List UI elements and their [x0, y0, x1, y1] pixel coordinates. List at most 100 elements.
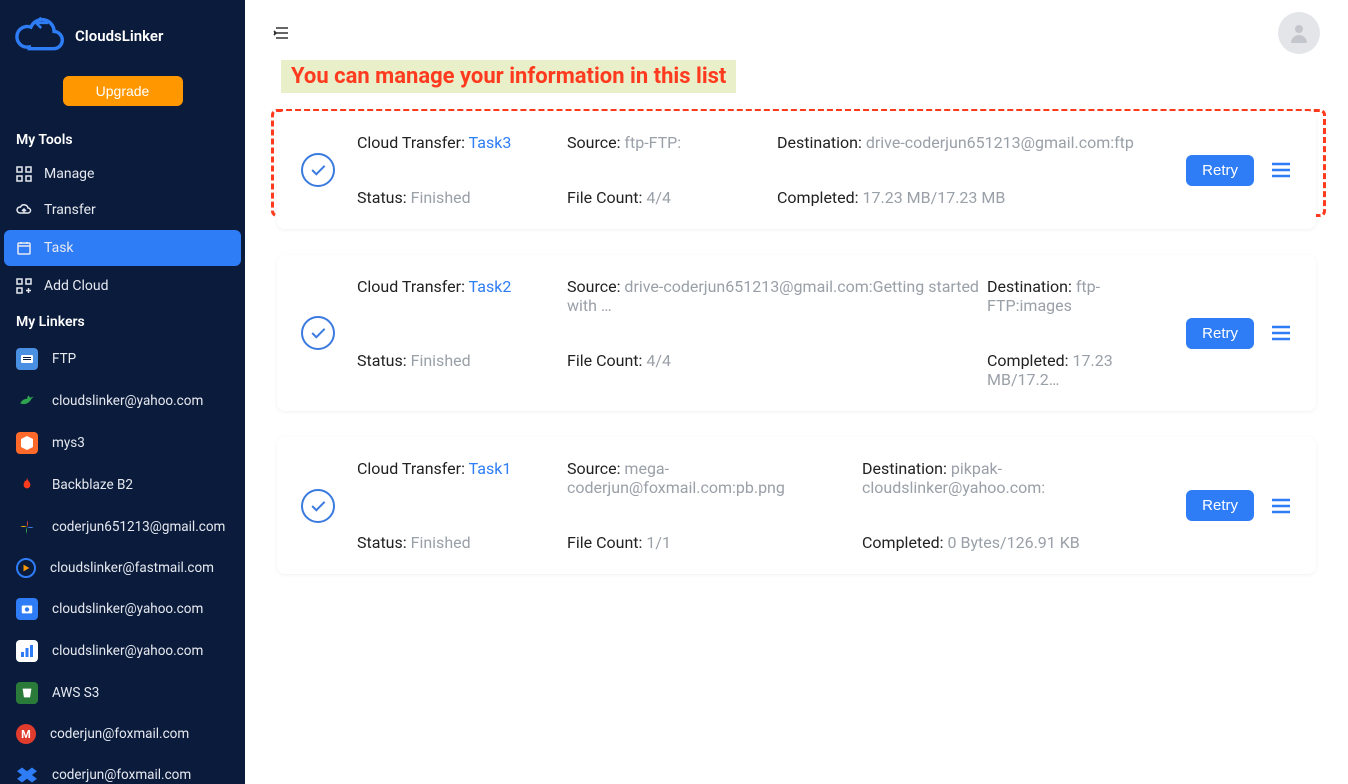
status-check-icon: [301, 489, 335, 523]
retry-button[interactable]: Retry: [1186, 318, 1254, 349]
status-value: Finished: [411, 351, 471, 370]
linker-label: coderjun@foxmail.com: [50, 726, 189, 742]
completed-label: Completed:: [777, 188, 863, 207]
status-check-icon: [301, 316, 335, 350]
linker-backblaze[interactable]: Backblaze B2: [0, 464, 245, 506]
sidebar: CloudsLinker Upgrade My Tools Manage Tra…: [0, 0, 245, 784]
linker-label: cloudslinker@yahoo.com: [52, 601, 203, 617]
status-value: Finished: [411, 188, 471, 207]
nav-label: Task: [44, 240, 74, 256]
nav-label: Transfer: [44, 202, 96, 218]
linker-gmail[interactable]: coderjun651213@gmail.com: [0, 506, 245, 548]
user-avatar[interactable]: [1278, 12, 1320, 54]
main: You can manage your information in this …: [245, 0, 1348, 784]
file-count-label: File Count:: [567, 351, 646, 370]
nav-task[interactable]: Task: [4, 230, 241, 266]
calendar-icon: [16, 240, 32, 256]
status-label: Status:: [357, 188, 411, 207]
linker-fastmail[interactable]: cloudslinker@fastmail.com: [0, 548, 245, 588]
collapse-sidebar-icon[interactable]: [273, 24, 291, 42]
brand-name: CloudsLinker: [75, 27, 163, 45]
section-my-linkers: My Linkers: [0, 304, 245, 338]
nav-label: Manage: [44, 166, 94, 182]
task-name-link[interactable]: Task3: [469, 133, 512, 152]
bars-icon: [16, 640, 38, 662]
linker-mys3[interactable]: mys3: [0, 422, 245, 464]
nav-label: Add Cloud: [44, 278, 109, 294]
circle-play-icon: [16, 558, 36, 578]
nav-add-cloud[interactable]: Add Cloud: [0, 268, 245, 304]
task-name-link[interactable]: Task2: [469, 277, 512, 296]
completed-value: 0 Bytes/126.91 KB: [948, 533, 1080, 552]
upgrade-button[interactable]: Upgrade: [63, 76, 183, 106]
cloud-transfer-label: Cloud Transfer:: [357, 277, 469, 296]
destination-label: Destination:: [987, 277, 1076, 296]
linker-label: coderjun651213@gmail.com: [52, 519, 225, 535]
task-card: Cloud Transfer: Task2 Source: drive-code…: [277, 255, 1316, 411]
grid-icon: [16, 166, 32, 182]
logo: CloudsLinker: [0, 0, 245, 76]
source-label: Source:: [567, 277, 624, 296]
linker-label: mys3: [52, 435, 85, 451]
status-value: Finished: [411, 533, 471, 552]
nav-manage[interactable]: Manage: [0, 156, 245, 192]
cloud-upload-icon: [16, 202, 32, 218]
more-menu-icon[interactable]: [1270, 322, 1292, 344]
retry-button[interactable]: Retry: [1186, 490, 1254, 521]
linker-label: coderjun@foxmail.com: [52, 767, 191, 783]
file-count-value: 1/1: [646, 533, 671, 552]
flame-icon: [16, 474, 38, 496]
linker-dropbox[interactable]: coderjun@foxmail.com: [0, 754, 245, 784]
cloud-transfer-label: Cloud Transfer:: [357, 459, 469, 478]
task-list: Cloud Transfer: Task3 Source: ftp-FTP: D…: [245, 97, 1348, 614]
destination-label: Destination:: [862, 459, 951, 478]
cloud-transfer-label: Cloud Transfer:: [357, 133, 469, 152]
google-photos-icon: [16, 516, 38, 538]
add-grid-icon: [16, 278, 32, 294]
dropbox-icon: [16, 764, 38, 784]
source-value: ftp-FTP:: [624, 133, 681, 152]
linker-label: cloudslinker@yahoo.com: [52, 643, 203, 659]
ftp-icon: [16, 348, 38, 370]
linker-yahoo-2[interactable]: cloudslinker@yahoo.com: [0, 588, 245, 630]
more-menu-icon[interactable]: [1270, 159, 1292, 181]
linker-ftp[interactable]: FTP: [0, 338, 245, 380]
status-label: Status:: [357, 351, 411, 370]
task-card: Cloud Transfer: Task3 Source: ftp-FTP: D…: [277, 111, 1316, 229]
topbar: [245, 0, 1348, 66]
retry-button[interactable]: Retry: [1186, 155, 1254, 186]
destination-label: Destination:: [777, 133, 866, 152]
linker-label: Backblaze B2: [52, 477, 133, 493]
linker-yahoo-1[interactable]: cloudslinker@yahoo.com: [0, 380, 245, 422]
linker-aws-s3[interactable]: AWS S3: [0, 672, 245, 714]
nav-transfer[interactable]: Transfer: [0, 192, 245, 228]
file-count-label: File Count:: [567, 188, 646, 207]
file-count-value: 4/4: [646, 188, 671, 207]
camera-icon: [16, 598, 38, 620]
linker-mega[interactable]: M coderjun@foxmail.com: [0, 714, 245, 754]
completed-value: 17.23 MB/17.23 MB: [863, 188, 1006, 207]
completed-label: Completed:: [987, 351, 1073, 370]
linker-yahoo-3[interactable]: cloudslinker@yahoo.com: [0, 630, 245, 672]
cloud-logo-icon: [12, 16, 67, 56]
bird-icon: [16, 390, 38, 412]
destination-value: drive-coderjun651213@gmail.com:ftp: [866, 133, 1134, 152]
more-menu-icon[interactable]: [1270, 495, 1292, 517]
mega-icon: M: [16, 724, 36, 744]
task-name-link[interactable]: Task1: [469, 459, 512, 478]
source-label: Source:: [567, 459, 624, 478]
linker-label: cloudslinker@yahoo.com: [52, 393, 203, 409]
file-count-value: 4/4: [646, 351, 671, 370]
linker-label: AWS S3: [52, 685, 99, 701]
task-card: Cloud Transfer: Task1 Source: mega-coder…: [277, 437, 1316, 574]
cube-icon: [16, 432, 38, 454]
file-count-label: File Count:: [567, 533, 646, 552]
status-check-icon: [301, 153, 335, 187]
linker-label: FTP: [52, 351, 76, 367]
info-banner: You can manage your information in this …: [281, 60, 736, 93]
source-label: Source:: [567, 133, 624, 152]
status-label: Status:: [357, 533, 411, 552]
source-value: drive-coderjun651213@gmail.com:Getting s…: [567, 277, 979, 315]
linker-label: cloudslinker@fastmail.com: [50, 560, 214, 576]
section-my-tools: My Tools: [0, 122, 245, 156]
